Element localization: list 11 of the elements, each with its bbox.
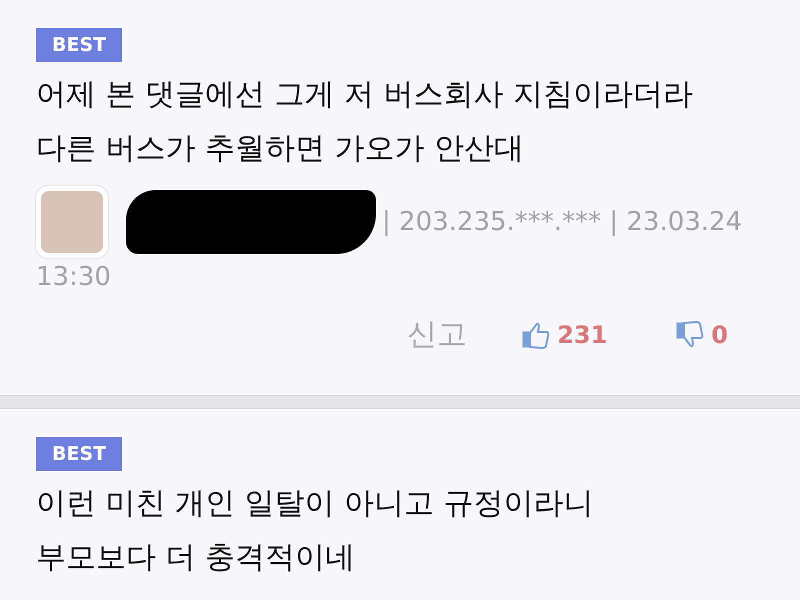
comment-time: 13:30 (36, 262, 111, 292)
thumbs-down-icon[interactable] (675, 320, 706, 350)
ip-date: | 203.235.***.*** | 23.03.24 (382, 207, 742, 237)
dislike-count: 0 (711, 320, 728, 348)
like-count: 231 (557, 320, 608, 348)
comment-text: 어제 본 댓글에선 그게 저 버스회사 지침이라더라 다른 버스가 추월하면 가오가 안산대 (36, 76, 694, 168)
comment-text: 이런 미친 개인 일탈이 아니고 규정이라니 부모보다 더 충격적이네 (36, 485, 595, 577)
best-badge: BEST (36, 28, 122, 62)
report-link[interactable]: 신고 (407, 314, 468, 355)
best-badge: BEST (36, 437, 122, 471)
thumbs-up-icon[interactable] (521, 320, 552, 350)
